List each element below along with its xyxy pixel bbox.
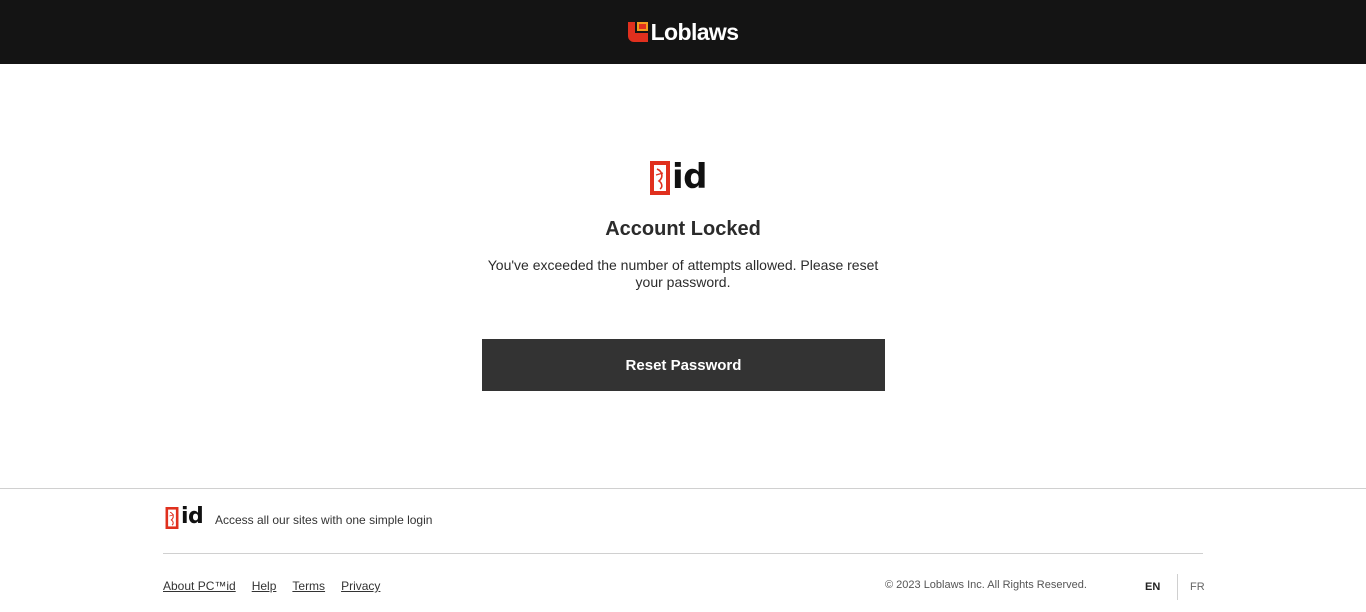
- terms-link[interactable]: Terms: [292, 579, 325, 593]
- loblaws-logo[interactable]: Loblaws: [627, 18, 739, 46]
- copyright-text: © 2023 Loblaws Inc. All Rights Reserved.: [885, 579, 1087, 591]
- loblaws-logo-icon: [627, 22, 648, 42]
- brand-name: Loblaws: [650, 18, 739, 45]
- footer-tagline: Access all our sites with one simple log…: [215, 513, 433, 527]
- about-pcid-link[interactable]: About PC™id: [163, 579, 236, 593]
- reset-password-button[interactable]: Reset Password: [482, 339, 885, 391]
- pc-flag-icon: [650, 161, 670, 195]
- language-fr[interactable]: FR: [1190, 574, 1205, 600]
- footer-divider-inner: [163, 553, 1203, 554]
- help-link[interactable]: Help: [252, 579, 277, 593]
- footer-links: About PC™id Help Terms Privacy: [163, 579, 380, 593]
- locked-message: You've exceeded the number of attempts a…: [487, 257, 879, 290]
- language-divider: [1177, 574, 1178, 600]
- site-header: Loblaws: [0, 0, 1366, 64]
- pc-id-logo-text: id: [672, 156, 708, 197]
- pc-id-logo: id: [650, 156, 708, 197]
- footer-pc-id-logo-text: id: [181, 504, 204, 529]
- privacy-link[interactable]: Privacy: [341, 579, 380, 593]
- footer-divider: [0, 488, 1366, 489]
- language-en[interactable]: EN: [1145, 574, 1172, 600]
- footer-pc-id-logo: id: [165, 504, 204, 530]
- pc-flag-icon: [165, 507, 179, 529]
- page-title: Account Locked: [605, 218, 761, 240]
